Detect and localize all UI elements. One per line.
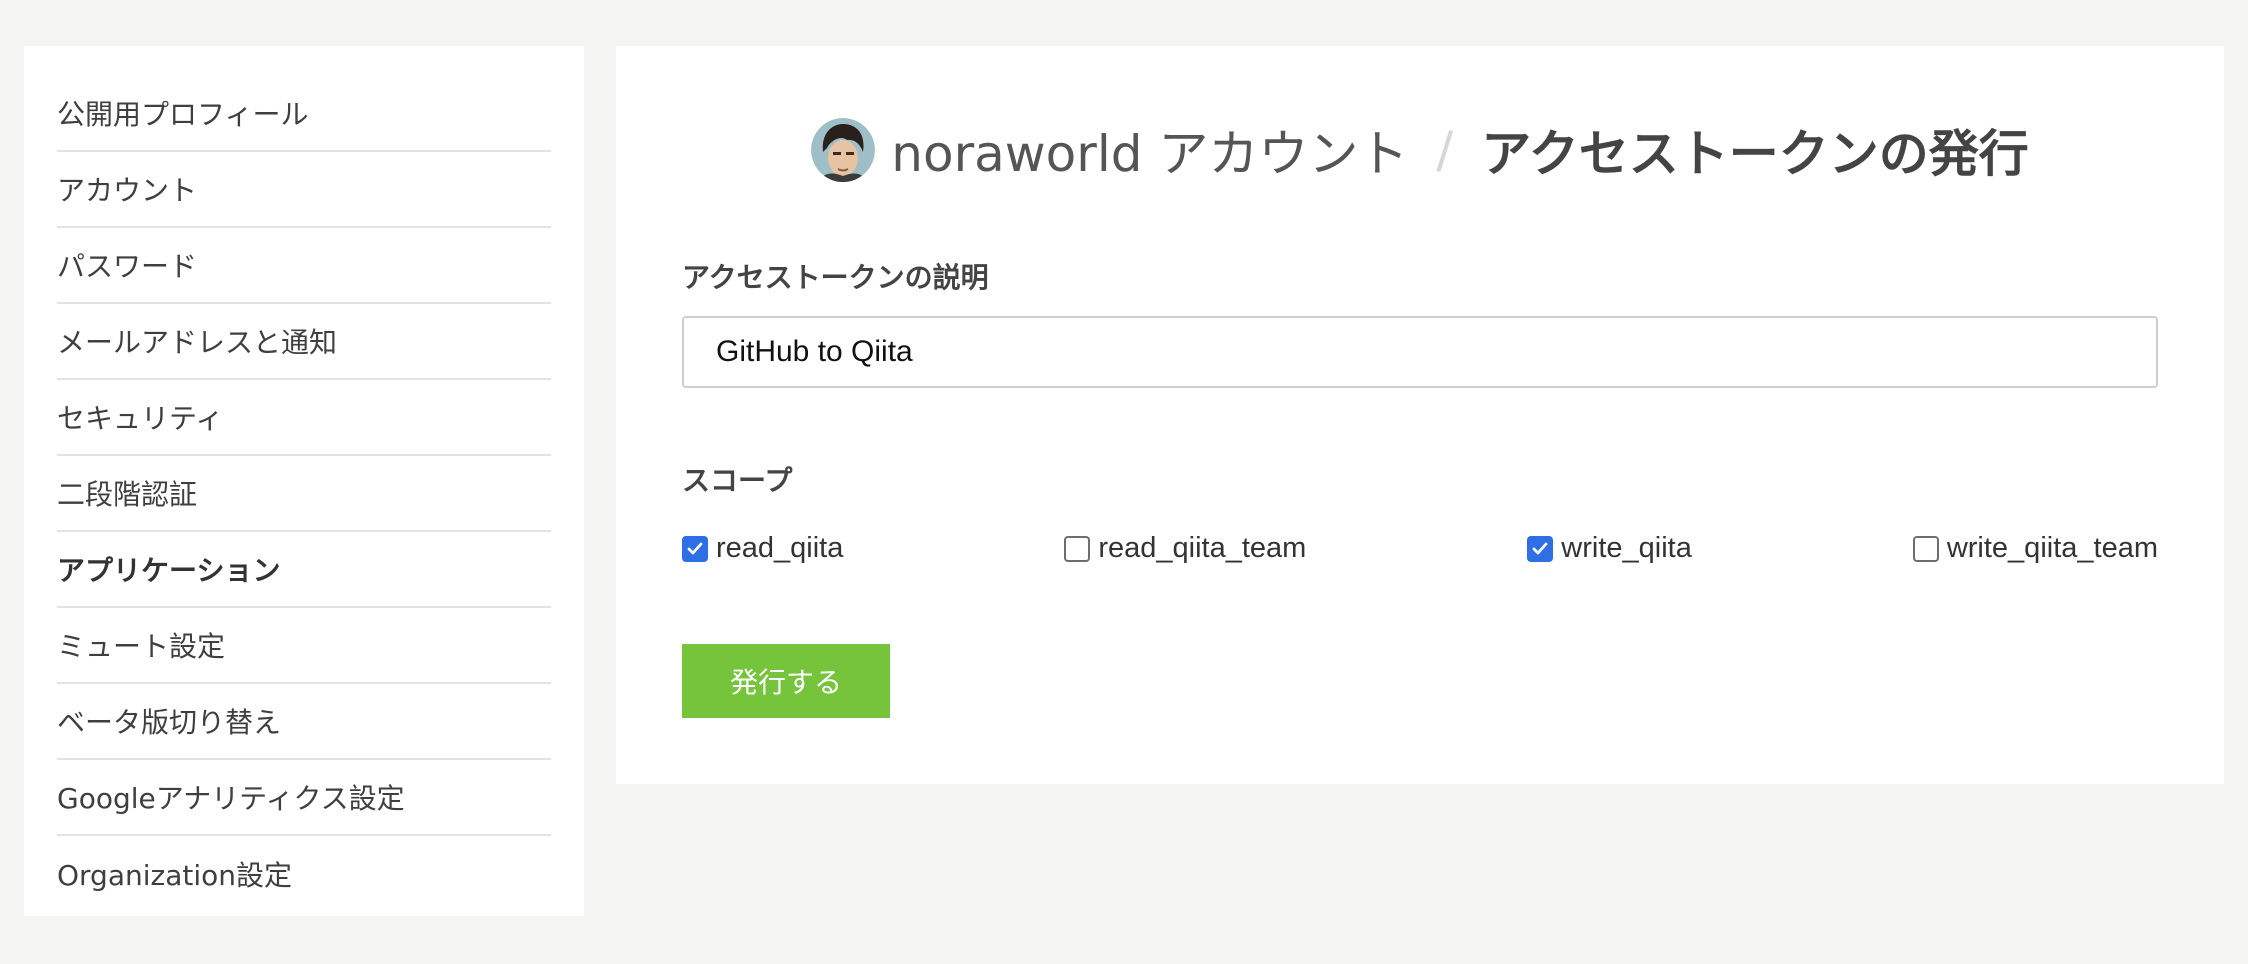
page-title: アクセストークンの発行 — [1481, 125, 2029, 183]
sidebar-item-password[interactable]: パスワード — [57, 228, 551, 304]
account-name[interactable]: noraworld アカウント — [891, 114, 1408, 186]
sidebar-item-beta[interactable]: ベータ版切り替え — [57, 684, 551, 760]
sidebar-item-security[interactable]: セキュリティ — [57, 380, 551, 456]
sidebar-item-organization[interactable]: Organization設定 — [57, 836, 551, 912]
sidebar-item-label: 二段階認証 — [57, 478, 198, 511]
checkbox-unchecked-icon[interactable] — [1912, 535, 1939, 562]
sidebar-item-two-factor[interactable]: 二段階認証 — [57, 456, 551, 532]
sidebar-item-email-notifications[interactable]: メールアドレスと通知 — [57, 304, 551, 380]
sidebar-item-mute[interactable]: ミュート設定 — [57, 608, 551, 684]
sidebar-item-label: メールアドレスと通知 — [57, 326, 338, 359]
sidebar-item-label: セキュリティ — [57, 402, 224, 435]
description-label: アクセストークンの説明 — [682, 261, 989, 294]
description-input[interactable] — [682, 316, 2158, 388]
sidebar-item-google-analytics[interactable]: Googleアナリティクス設定 — [57, 760, 551, 836]
sidebar-item-label: 公開用プロフィール — [57, 98, 309, 131]
scope-options: read_qiita read_qiita_team write_qiita w… — [682, 532, 2158, 565]
scope-option[interactable]: write_qiita_team — [1912, 532, 2158, 565]
scope-option[interactable]: read_qiita — [682, 532, 843, 565]
page-header: noraworld アカウント / アクセストークンの発行 — [616, 114, 2224, 186]
checkbox-checked-icon[interactable] — [1527, 535, 1554, 562]
sidebar-item-label: ミュート設定 — [57, 630, 226, 663]
scope-label: スコープ — [682, 464, 793, 497]
scope-option-label: write_qiita — [1561, 532, 1692, 564]
checkbox-unchecked-icon[interactable] — [1064, 535, 1091, 562]
sidebar-item-label: アプリケーション — [57, 554, 281, 587]
settings-sidebar: 公開用プロフィール アカウント パスワード メールアドレスと通知 セキュリティ … — [24, 46, 584, 916]
sidebar-item-public-profile[interactable]: 公開用プロフィール — [57, 76, 551, 152]
sidebar-item-label: Organization設定 — [57, 859, 293, 892]
scope-option[interactable]: read_qiita_team — [1064, 532, 1306, 565]
sidebar-item-label: パスワード — [57, 250, 198, 283]
sidebar-item-applications[interactable]: アプリケーション — [57, 532, 551, 608]
issue-token-button[interactable]: 発行する — [682, 644, 890, 718]
sidebar-item-label: Googleアナリティクス設定 — [57, 782, 405, 815]
scope-option-label: read_qiita — [716, 532, 844, 564]
scope-option-label: read_qiita_team — [1098, 532, 1307, 564]
user-avatar-icon[interactable] — [811, 118, 876, 182]
sidebar-item-label: アカウント — [57, 174, 198, 207]
sidebar-item-label: ベータ版切り替え — [57, 706, 282, 739]
checkbox-checked-icon[interactable] — [682, 535, 708, 562]
token-form-panel: noraworld アカウント / アクセストークンの発行 アクセストークンの説… — [616, 46, 2224, 784]
sidebar-item-account[interactable]: アカウント — [57, 152, 551, 228]
scope-option-label: write_qiita_team — [1946, 532, 2158, 564]
title-separator: / — [1436, 121, 1454, 179]
scope-option[interactable]: write_qiita — [1527, 532, 1692, 565]
